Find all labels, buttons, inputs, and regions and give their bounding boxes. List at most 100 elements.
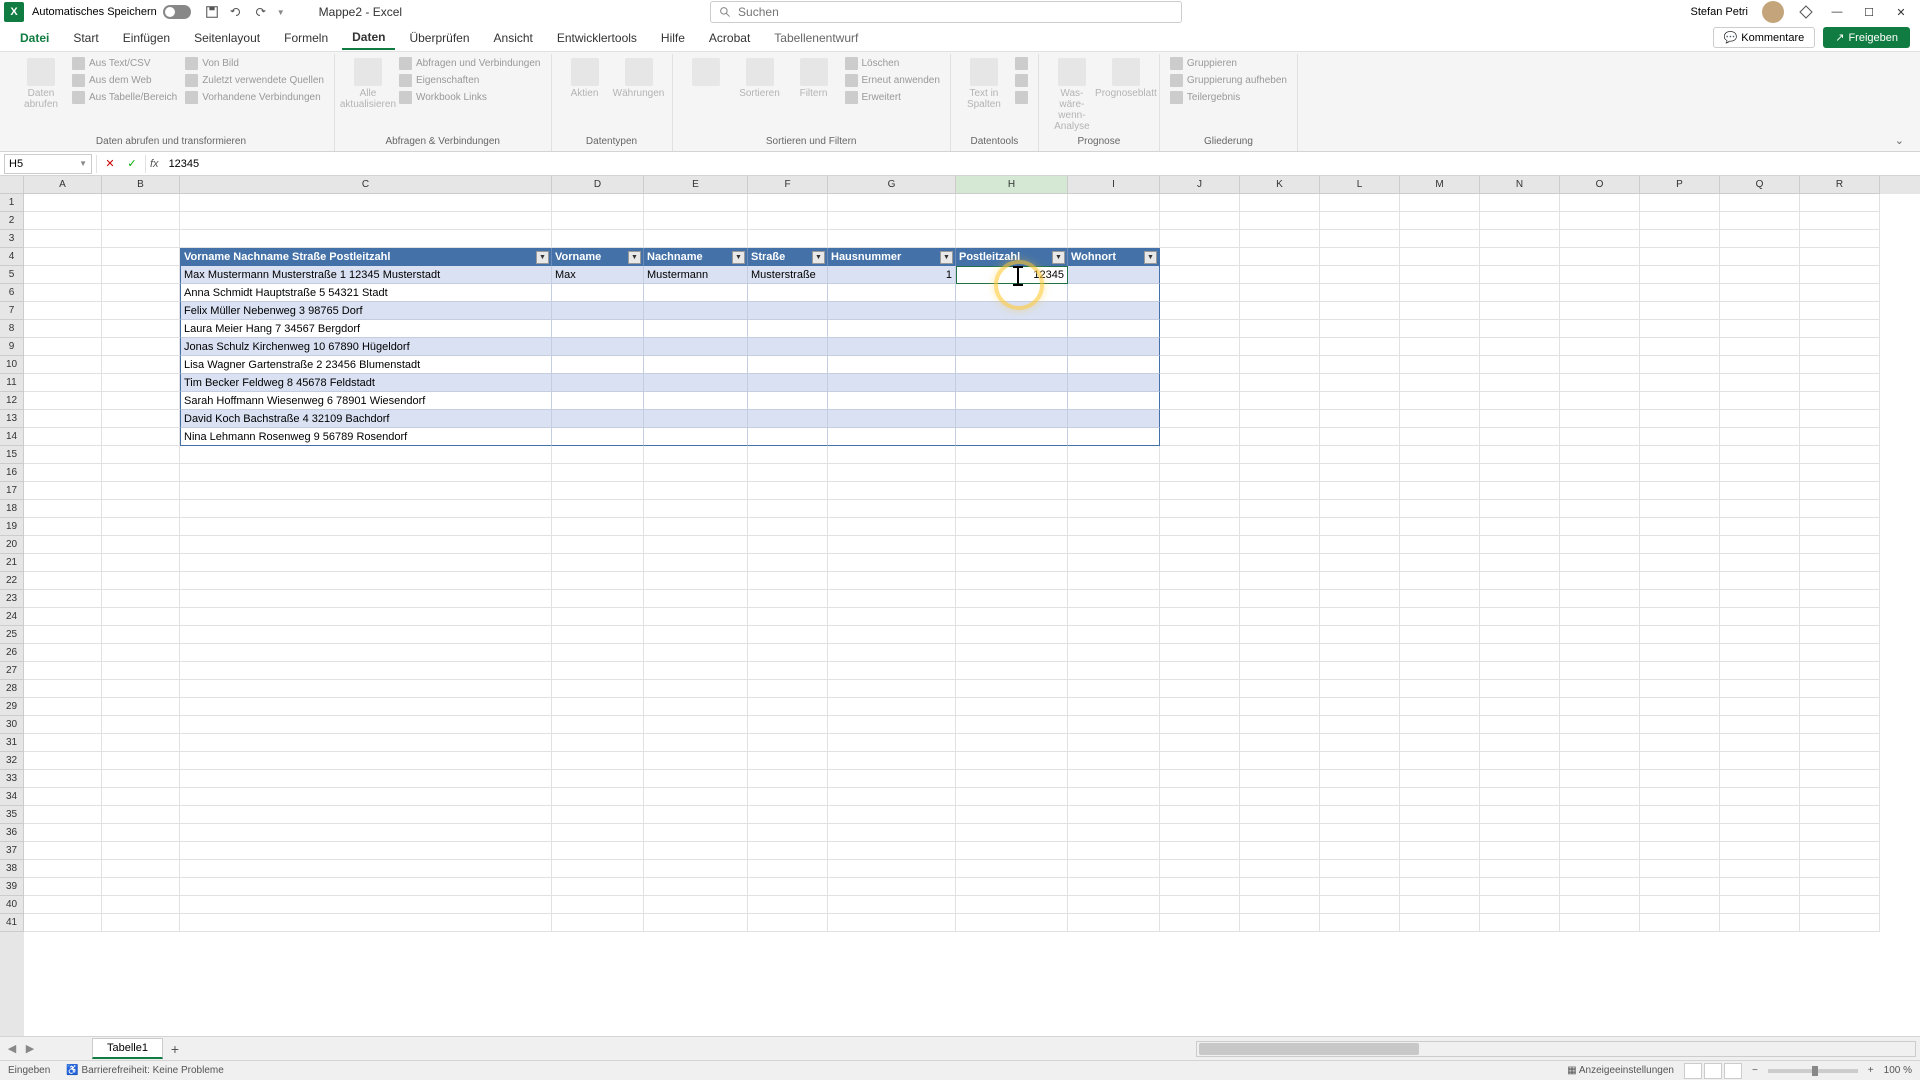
cell[interactable] (1160, 356, 1240, 374)
cell[interactable] (1560, 644, 1640, 662)
cell[interactable] (1160, 518, 1240, 536)
column-header-E[interactable]: E (644, 176, 748, 194)
cell[interactable] (1160, 338, 1240, 356)
cell[interactable] (1240, 554, 1320, 572)
cell[interactable] (1800, 770, 1880, 788)
filter-dropdown-icon[interactable]: ▼ (732, 251, 745, 264)
cell[interactable] (1560, 554, 1640, 572)
cell[interactable] (1640, 734, 1720, 752)
cell[interactable] (1320, 482, 1400, 500)
cell[interactable] (1068, 626, 1160, 644)
cell[interactable] (180, 482, 552, 500)
cell[interactable] (1160, 716, 1240, 734)
table-cell[interactable] (956, 284, 1068, 302)
cell[interactable] (552, 608, 644, 626)
row-header[interactable]: 1 (0, 194, 24, 212)
cell[interactable] (1480, 896, 1560, 914)
cell[interactable] (24, 248, 102, 266)
cell[interactable] (1640, 518, 1720, 536)
cell[interactable] (1480, 410, 1560, 428)
cell[interactable] (1720, 464, 1800, 482)
horizontal-scrollbar[interactable] (1196, 1041, 1916, 1057)
cell[interactable] (956, 500, 1068, 518)
cell[interactable] (1068, 878, 1160, 896)
cell[interactable] (956, 662, 1068, 680)
row-header[interactable]: 26 (0, 644, 24, 662)
cell[interactable] (24, 428, 102, 446)
cell[interactable] (1800, 320, 1880, 338)
cell[interactable] (1320, 230, 1400, 248)
cell[interactable] (1400, 662, 1480, 680)
row-header[interactable]: 30 (0, 716, 24, 734)
cell[interactable] (1320, 626, 1400, 644)
cell[interactable] (24, 338, 102, 356)
status-accessibility[interactable]: ♿ Barrierefreiheit: Keine Probleme (66, 1065, 224, 1076)
cell[interactable] (1160, 302, 1240, 320)
ungroup-button[interactable]: Gruppierung aufheben (1168, 73, 1289, 88)
cell[interactable] (1720, 374, 1800, 392)
cell[interactable] (1800, 680, 1880, 698)
table-header-cell[interactable]: Vorname▼ (552, 248, 644, 266)
cell[interactable] (644, 536, 748, 554)
cell[interactable] (1480, 194, 1560, 212)
table-header-cell[interactable]: Vorname Nachname Straße Postleitzahl▼ (180, 248, 552, 266)
cell[interactable] (1320, 392, 1400, 410)
maximize-button[interactable]: ☐ (1860, 3, 1878, 21)
cell[interactable] (644, 446, 748, 464)
table-cell[interactable] (644, 356, 748, 374)
cell[interactable] (1068, 464, 1160, 482)
cell[interactable] (1640, 698, 1720, 716)
cell[interactable] (1560, 716, 1640, 734)
row-header[interactable]: 21 (0, 554, 24, 572)
column-header-G[interactable]: G (828, 176, 956, 194)
cell[interactable] (552, 824, 644, 842)
table-cell[interactable] (1068, 392, 1160, 410)
cell[interactable] (956, 518, 1068, 536)
cell[interactable] (1068, 770, 1160, 788)
cell[interactable] (1068, 680, 1160, 698)
cell[interactable] (1560, 608, 1640, 626)
cell[interactable] (1480, 212, 1560, 230)
cell[interactable] (1320, 680, 1400, 698)
cell[interactable] (552, 680, 644, 698)
cell[interactable] (956, 788, 1068, 806)
stocks-button[interactable]: Aktien (560, 56, 610, 101)
cell[interactable] (1240, 428, 1320, 446)
cell[interactable] (1240, 338, 1320, 356)
cell[interactable] (1720, 248, 1800, 266)
row-header[interactable]: 31 (0, 734, 24, 752)
cell[interactable] (1320, 644, 1400, 662)
cell[interactable] (180, 680, 552, 698)
cell[interactable] (1560, 626, 1640, 644)
cell[interactable] (1640, 428, 1720, 446)
cell[interactable] (1320, 716, 1400, 734)
cell[interactable] (1800, 806, 1880, 824)
cell[interactable] (1640, 392, 1720, 410)
cell[interactable] (1400, 626, 1480, 644)
cell[interactable] (1240, 806, 1320, 824)
cell[interactable] (1068, 788, 1160, 806)
cell[interactable] (180, 914, 552, 932)
diamond-icon[interactable] (1798, 4, 1814, 20)
cell[interactable] (1800, 734, 1880, 752)
column-header-I[interactable]: I (1068, 176, 1160, 194)
cell[interactable] (1320, 572, 1400, 590)
cell[interactable] (102, 518, 180, 536)
cell[interactable] (1240, 374, 1320, 392)
column-header-L[interactable]: L (1320, 176, 1400, 194)
cell[interactable] (1320, 896, 1400, 914)
cell[interactable] (1480, 284, 1560, 302)
row-header[interactable]: 7 (0, 302, 24, 320)
row-header[interactable]: 9 (0, 338, 24, 356)
cell[interactable] (1800, 338, 1880, 356)
column-header-A[interactable]: A (24, 176, 102, 194)
filter-dropdown-icon[interactable]: ▼ (628, 251, 641, 264)
row-header[interactable]: 11 (0, 374, 24, 392)
cell[interactable] (180, 572, 552, 590)
cell[interactable] (1240, 626, 1320, 644)
cell[interactable] (1800, 428, 1880, 446)
cell[interactable] (180, 464, 552, 482)
cell[interactable] (1560, 698, 1640, 716)
redo-icon[interactable] (253, 5, 267, 19)
cell[interactable] (102, 338, 180, 356)
